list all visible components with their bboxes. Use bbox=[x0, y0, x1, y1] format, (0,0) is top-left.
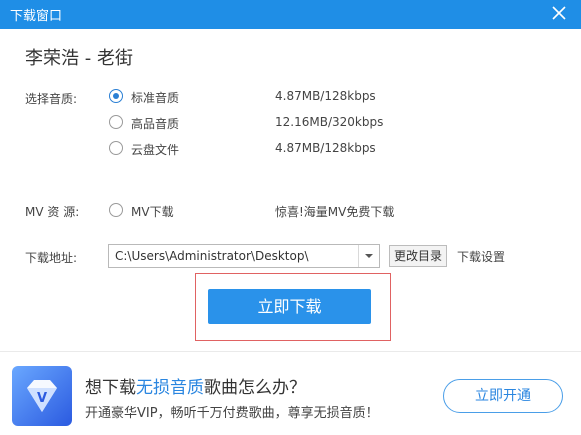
promo-subtitle: 开通豪华VIP，畅听千万付费歌曲，尊享无损音质！ bbox=[85, 406, 379, 421]
promo-title-prefix: 想下载 bbox=[85, 378, 136, 398]
promo-title-highlight: 无损音质 bbox=[136, 378, 204, 398]
song-title: 李荣浩 - 老街 bbox=[25, 48, 133, 69]
mv-label: MV 资 源: bbox=[25, 205, 80, 219]
option-label-standard: 标准音质 bbox=[131, 91, 180, 105]
radio-mv-download[interactable] bbox=[109, 203, 123, 217]
open-vip-button[interactable]: 立即开通 bbox=[443, 379, 563, 413]
promo-title: 想下载无损音质歌曲怎么办？ bbox=[85, 373, 306, 398]
window-title: 下载窗口 bbox=[10, 9, 63, 24]
path-label: 下载地址: bbox=[25, 251, 78, 265]
chevron-down-icon[interactable] bbox=[358, 245, 379, 267]
option-label-high: 高品音质 bbox=[131, 117, 180, 131]
mv-note: 惊喜!海量MV免费下载 bbox=[275, 205, 395, 219]
radio-cloud-file[interactable] bbox=[109, 141, 123, 155]
change-directory-button[interactable]: 更改目录 bbox=[389, 245, 448, 267]
close-icon[interactable] bbox=[549, 3, 569, 23]
title-bar: 下载窗口 bbox=[0, 0, 581, 29]
vip-promo-footer: V 想下载无损音质歌曲怎么办？ 开通豪华VIP，畅听千万付费歌曲，尊享无损音质！… bbox=[0, 351, 581, 435]
download-path-value: C:\Users\Administrator\Desktop\ bbox=[115, 249, 309, 263]
promo-title-suffix: 歌曲怎么办？ bbox=[204, 378, 306, 398]
download-settings-link[interactable]: 下载设置 bbox=[457, 248, 505, 265]
size-standard: 4.87MB/128kbps bbox=[275, 89, 376, 103]
radio-high-quality[interactable] bbox=[109, 115, 123, 129]
svg-text:V: V bbox=[37, 391, 47, 406]
diamond-v-icon: V bbox=[12, 366, 72, 426]
option-label-mv: MV下载 bbox=[131, 205, 174, 219]
quality-label: 选择音质: bbox=[25, 92, 78, 106]
radio-standard-quality[interactable] bbox=[109, 89, 123, 103]
download-now-button[interactable]: 立即下载 bbox=[208, 289, 371, 324]
size-high: 12.16MB/320kbps bbox=[275, 115, 384, 129]
download-path-select[interactable]: C:\Users\Administrator\Desktop\ bbox=[108, 244, 380, 268]
option-label-cloud: 云盘文件 bbox=[131, 143, 180, 157]
size-cloud: 4.87MB/128kbps bbox=[275, 141, 376, 155]
